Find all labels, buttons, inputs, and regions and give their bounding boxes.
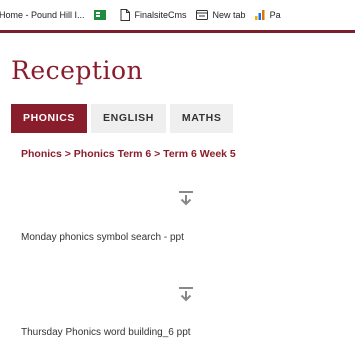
header-divider <box>0 30 355 33</box>
bookmark-home-pound-hill[interactable]: Home - Pound Hill I... <box>0 10 85 20</box>
bar-chart-icon <box>254 10 265 20</box>
bookmark-new-tab[interactable]: New tab <box>195 10 246 20</box>
tab-phonics[interactable]: PHONICS <box>11 104 88 133</box>
green-table-icon <box>93 10 106 20</box>
download-icon[interactable] <box>178 190 194 206</box>
bookmark-label: Home - Pound Hill I... <box>0 10 85 20</box>
file-link-monday-phonics[interactable]: Monday phonics symbol search - ppt <box>21 232 184 243</box>
page-title: Reception <box>11 56 144 85</box>
tab-maths[interactable]: MATHS <box>169 104 234 133</box>
bookmark-pa[interactable]: Pa <box>254 10 281 20</box>
bookmark-label: New tab <box>212 10 246 20</box>
bookmarks-bar: Home - Pound Hill I... FinalsiteCms New … <box>0 0 355 30</box>
bookmark-label: Pa <box>269 10 281 20</box>
page-icon <box>120 9 130 21</box>
bookmark-sheet[interactable] <box>93 10 111 20</box>
tab-english[interactable]: ENGLISH <box>91 104 166 133</box>
download-icon[interactable] <box>178 286 194 302</box>
file-link-thursday-phonics[interactable]: Thursday Phonics word building_6 ppt <box>21 327 191 338</box>
bookmark-finalsitecms[interactable]: FinalsiteCms <box>120 9 187 21</box>
new-tab-icon <box>195 10 208 20</box>
subject-tabs: PHONICS ENGLISH MATHS <box>11 104 237 133</box>
bookmark-label: FinalsiteCms <box>134 10 187 20</box>
breadcrumb: Phonics > Phonics Term 6 > Term 6 Week 5 <box>21 148 236 160</box>
